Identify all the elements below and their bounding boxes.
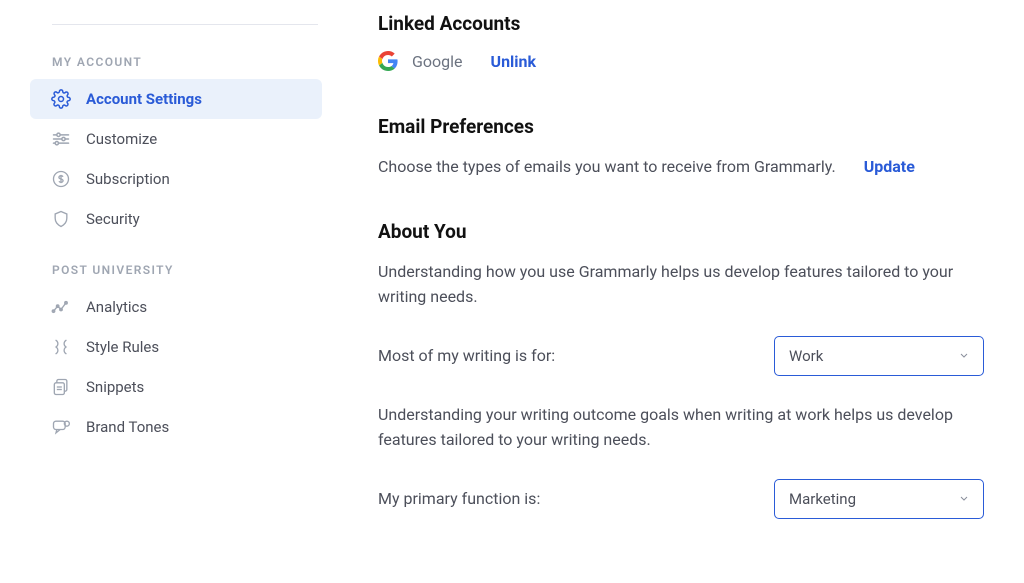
sidebar-section-post-university: POST UNIVERSITY bbox=[30, 253, 340, 287]
analytics-icon bbox=[50, 296, 72, 318]
sidebar-item-style-rules[interactable]: Style Rules bbox=[30, 327, 322, 367]
sidebar-item-label: Subscription bbox=[86, 170, 310, 188]
sidebar-item-subscription[interactable]: Subscription bbox=[30, 159, 322, 199]
about-you-heading: About You bbox=[378, 220, 984, 243]
shield-icon bbox=[50, 208, 72, 230]
sidebar-item-analytics[interactable]: Analytics bbox=[30, 287, 322, 327]
sidebar-item-label: Customize bbox=[86, 130, 310, 148]
sidebar-section-my-account: MY ACCOUNT bbox=[30, 45, 340, 79]
snippets-icon bbox=[50, 376, 72, 398]
primary-function-select-wrap: Marketing bbox=[774, 479, 984, 519]
sidebar-item-label: Analytics bbox=[86, 298, 310, 316]
sidebar: MY ACCOUNT Account Settings Customize bbox=[0, 0, 340, 583]
sidebar-item-label: Style Rules bbox=[86, 338, 310, 356]
writing-for-label: Most of my writing is for: bbox=[378, 343, 555, 369]
primary-function-select[interactable]: Marketing bbox=[774, 479, 984, 519]
google-logo-icon bbox=[378, 51, 398, 71]
dollar-icon bbox=[50, 168, 72, 190]
email-preferences-heading: Email Preferences bbox=[378, 115, 984, 138]
main-content: Linked Accounts Google Unlink Email Pref… bbox=[340, 0, 1024, 583]
about-you-desc-1: Understanding how you use Grammarly help… bbox=[378, 259, 984, 310]
writing-for-select-wrap: Work bbox=[774, 336, 984, 376]
email-preferences-row: Choose the types of emails you want to r… bbox=[378, 154, 984, 180]
primary-function-label: My primary function is: bbox=[378, 486, 540, 512]
sidebar-item-snippets[interactable]: Snippets bbox=[30, 367, 322, 407]
style-rules-icon bbox=[50, 336, 72, 358]
sidebar-item-brand-tones[interactable]: Brand Tones bbox=[30, 407, 322, 447]
sidebar-item-account-settings[interactable]: Account Settings bbox=[30, 79, 322, 119]
sidebar-item-label: Brand Tones bbox=[86, 418, 310, 436]
update-button[interactable]: Update bbox=[864, 157, 915, 176]
linked-provider-name: Google bbox=[412, 52, 463, 71]
sidebar-item-label: Snippets bbox=[86, 378, 310, 396]
sidebar-item-label: Security bbox=[86, 210, 310, 228]
sidebar-item-customize[interactable]: Customize bbox=[30, 119, 322, 159]
gear-icon bbox=[50, 88, 72, 110]
sidebar-divider bbox=[52, 24, 318, 25]
brand-tones-icon bbox=[50, 416, 72, 438]
sidebar-item-security[interactable]: Security bbox=[30, 199, 322, 239]
about-you-desc-2: Understanding your writing outcome goals… bbox=[378, 402, 984, 453]
linked-accounts-heading: Linked Accounts bbox=[378, 12, 984, 35]
writing-for-select[interactable]: Work bbox=[774, 336, 984, 376]
sidebar-item-label: Account Settings bbox=[86, 90, 310, 108]
writing-for-row: Most of my writing is for: Work bbox=[378, 336, 984, 376]
unlink-button[interactable]: Unlink bbox=[491, 52, 537, 71]
primary-function-row: My primary function is: Marketing bbox=[378, 479, 984, 519]
email-preferences-desc: Choose the types of emails you want to r… bbox=[378, 154, 836, 180]
sliders-icon bbox=[50, 128, 72, 150]
linked-account-row: Google Unlink bbox=[378, 51, 984, 71]
